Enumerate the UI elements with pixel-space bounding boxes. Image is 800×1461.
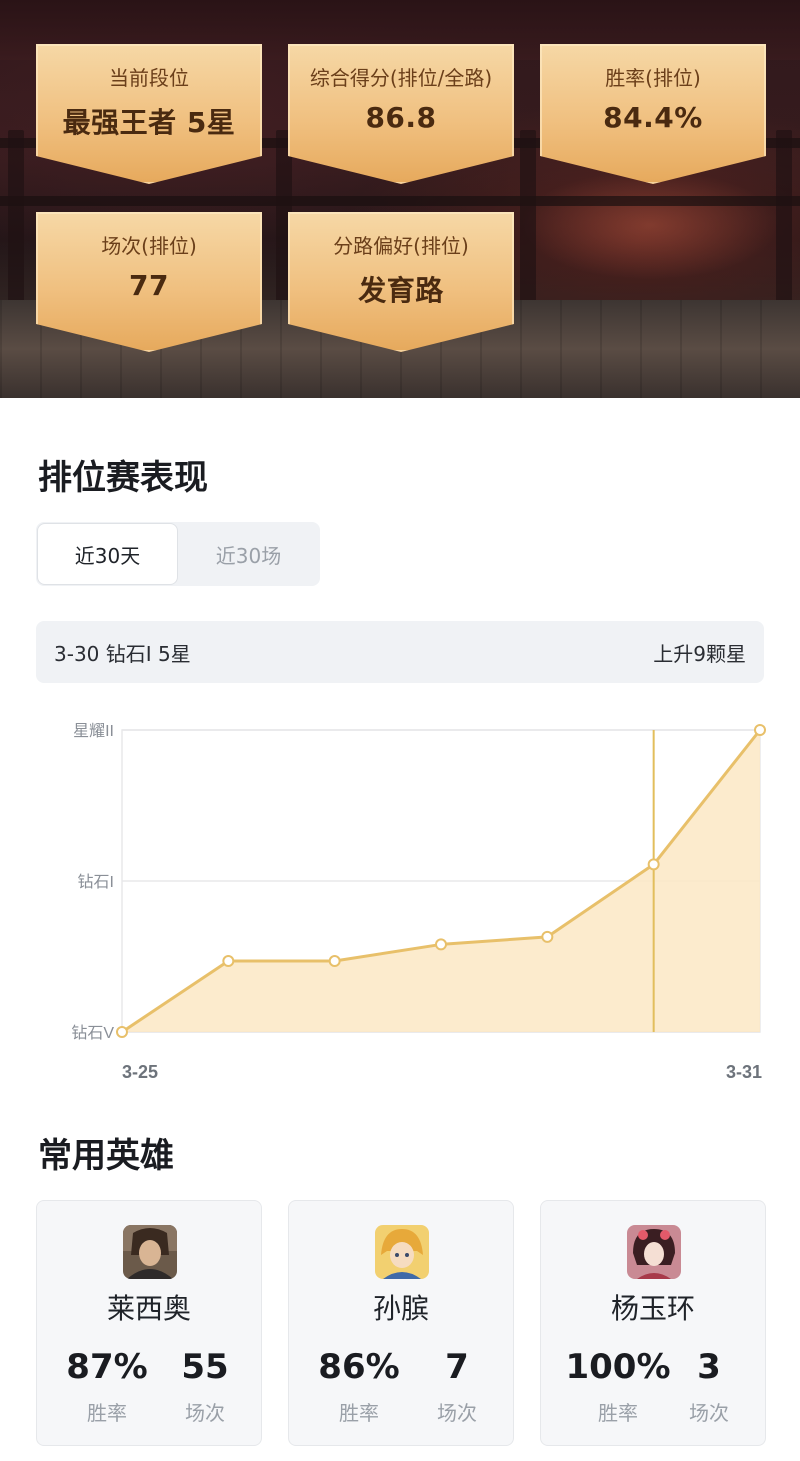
hero-name: 莱西奥: [106, 1292, 191, 1325]
hero-winrate-label: 胜率: [339, 1401, 379, 1425]
ranked-section-title: 排位赛表现: [38, 458, 208, 498]
banner-railing: [0, 196, 800, 206]
lane-badge: 分路偏好(排位) 发育路: [288, 212, 514, 352]
matches-label: 场次(排位): [101, 234, 197, 258]
winrate-value: 84.4%: [603, 101, 703, 134]
chart-data-point: [328, 955, 341, 968]
heroes-section-title: 常用英雄: [38, 1136, 174, 1176]
profile-banner: 当前段位 最强王者 5星 综合得分(排位/全路) 86.8 胜率(排位) 84.…: [0, 0, 800, 398]
chart-data-point: [754, 724, 766, 736]
rank-trend-chart[interactable]: 钻石V 钻石I 星耀II 3-25 3-31: [0, 700, 800, 1100]
banner-pillar: [520, 130, 536, 310]
matches-badge: 场次(排位) 77: [36, 212, 262, 352]
banner-pillar: [776, 130, 792, 310]
hero-card[interactable]: 孙膑 86% 7 胜率 场次: [288, 1200, 514, 1446]
hero-name: 孙膑: [372, 1292, 429, 1325]
hero-matches-label: 场次: [437, 1401, 477, 1425]
chart-x-end-label: 3-31: [726, 1062, 762, 1082]
hero-avatar: [123, 1225, 177, 1279]
hero-matches: 55: [181, 1347, 229, 1387]
hero-winrate-label: 胜率: [598, 1401, 638, 1425]
hero-avatar: [627, 1225, 681, 1279]
chart-data-point: [116, 1026, 128, 1038]
tab-last-30-matches[interactable]: 近30场: [178, 523, 319, 585]
chart-x-start-label: 3-25: [122, 1062, 158, 1082]
period-tabs: 近30天 近30场: [36, 522, 320, 586]
hero-avatar: [375, 1225, 429, 1279]
hero-card[interactable]: 杨玉环 100% 3 胜率 场次: [540, 1200, 766, 1446]
chart-y-tick-label: 钻石I: [78, 873, 114, 891]
winrate-label: 胜率(排位): [605, 66, 701, 90]
rank-info-change: 上升9颗星: [653, 641, 746, 666]
hero-matches: 7: [445, 1347, 469, 1387]
chart-y-tick-label: 钻石V: [71, 1024, 114, 1042]
matches-value: 77: [129, 269, 169, 302]
hero-winrate: 87%: [66, 1347, 148, 1387]
chart-data-point: [647, 858, 660, 871]
rank-info-bar: 3-30 钻石I 5星 上升9颗星: [36, 621, 764, 683]
rank-info-date-tier: 3-30 钻石I 5星: [54, 641, 191, 666]
hero-name: 杨玉环: [610, 1292, 695, 1325]
chart-y-tick-label: 星耀II: [73, 722, 114, 740]
lane-label: 分路偏好(排位): [333, 234, 469, 258]
tab-last-30-days[interactable]: 近30天: [37, 523, 178, 585]
chart-data-point: [435, 938, 447, 951]
score-value: 86.8: [365, 101, 437, 134]
chart-data-point: [222, 955, 235, 968]
hero-winrate: 86%: [318, 1347, 400, 1387]
score-label: 综合得分(排位/全路): [309, 66, 493, 90]
hero-winrate-label: 胜率: [87, 1401, 127, 1425]
winrate-badge: 胜率(排位) 84.4%: [540, 44, 766, 184]
chart-data-point: [541, 930, 554, 943]
hero-card[interactable]: 莱西奥 87% 55 胜率 场次: [36, 1200, 262, 1446]
hero-matches: 3: [697, 1347, 721, 1387]
lane-value: 发育路: [358, 274, 444, 307]
banner-glow: [520, 170, 780, 280]
rank-label: 当前段位: [109, 66, 189, 90]
score-badge: 综合得分(排位/全路) 86.8: [288, 44, 514, 184]
hero-matches-label: 场次: [185, 1401, 225, 1425]
rank-badge: 当前段位 最强王者 5星: [36, 44, 262, 184]
hero-matches-label: 场次: [689, 1401, 729, 1425]
rank-value: 最强王者 5星: [62, 106, 236, 139]
banner-pillar: [8, 130, 24, 310]
hero-winrate: 100%: [565, 1347, 671, 1387]
